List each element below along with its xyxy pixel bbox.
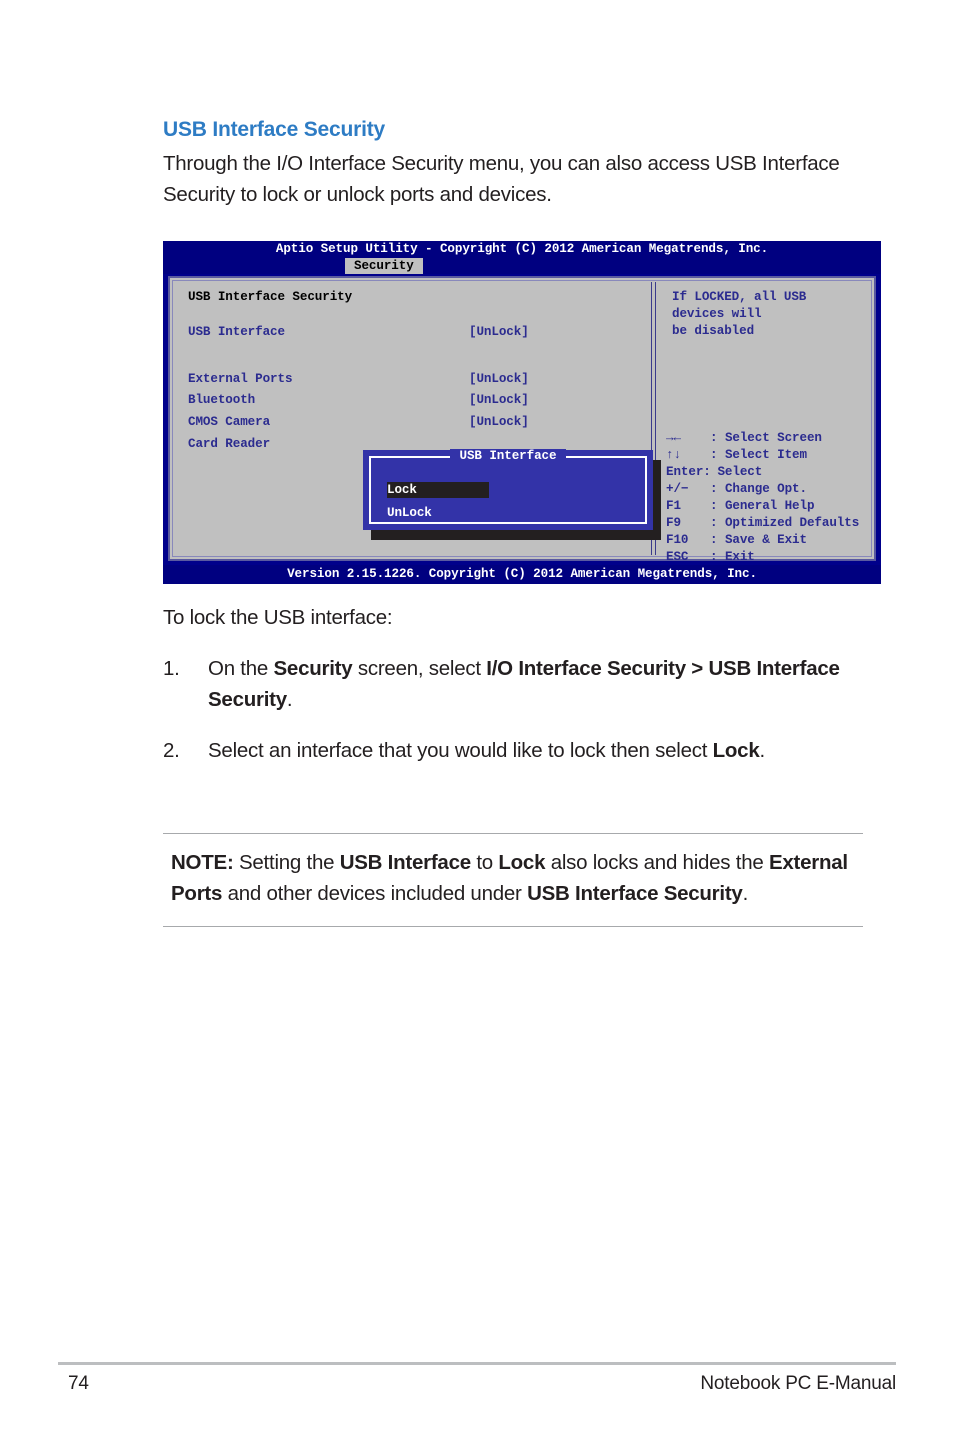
step-item-1: 1. On the Security screen, select I/O In… xyxy=(163,653,863,715)
key-label: ↑↓ xyxy=(666,448,681,462)
help-text-line-1: If LOCKED, all USB xyxy=(672,290,807,304)
key-label: F9 xyxy=(666,516,681,530)
step-number: 2. xyxy=(163,739,180,763)
step-text: On the Security screen, select I/O Inter… xyxy=(208,657,840,712)
key-separator: : xyxy=(710,482,718,496)
step-text: Select an interface that you would like … xyxy=(208,739,765,763)
step-item-2: 2. Select an interface that you would li… xyxy=(163,735,863,766)
help-text-line-3: be disabled xyxy=(672,324,755,338)
key-legend-row: →←: Select Screen xyxy=(666,430,859,447)
key-label: Enter: xyxy=(666,465,711,479)
setting-row-bluetooth[interactable]: Bluetooth [UnLock] xyxy=(188,393,638,410)
procedure-lead: To lock the USB interface: xyxy=(163,606,393,629)
key-legend-row: F10: Save & Exit xyxy=(666,532,859,549)
page-number: 74 xyxy=(68,1373,89,1394)
key-label: ESC xyxy=(666,550,689,564)
key-action: Select xyxy=(717,465,763,479)
bios-main-panel: USB Interface Security USB Interface [Un… xyxy=(168,276,876,564)
bios-screenshot: Aptio Setup Utility - Copyright (C) 2012… xyxy=(163,241,881,584)
bios-titlebar: Aptio Setup Utility - Copyright (C) 2012… xyxy=(163,241,881,258)
key-legend-row: F9: Optimized Defaults xyxy=(666,515,859,532)
bios-tab-row: Security xyxy=(163,258,881,274)
setting-value: [UnLock] xyxy=(469,415,529,429)
key-label: F1 xyxy=(666,499,681,513)
key-label: +/− xyxy=(666,482,689,496)
note-box: NOTE: Setting the USB Interface to Lock … xyxy=(163,833,863,927)
page-title: USB Interface Security xyxy=(163,118,386,141)
note-text: NOTE: Setting the USB Interface to Lock … xyxy=(171,851,848,905)
key-label: →← xyxy=(666,431,681,445)
popup-option-lock[interactable]: Lock xyxy=(387,482,489,498)
popup-title-text: USB Interface xyxy=(449,449,567,463)
setting-label: Card Reader xyxy=(188,437,271,451)
key-separator: : xyxy=(710,431,718,445)
page-footer: 74 Notebook PC E-Manual xyxy=(58,1373,896,1403)
key-label: F10 xyxy=(666,533,689,547)
setting-value: [UnLock] xyxy=(469,372,529,386)
setting-label: USB Interface xyxy=(188,325,285,339)
bios-version-footer: Version 2.15.1226. Copyright (C) 2012 Am… xyxy=(163,565,881,584)
setting-value: [UnLock] xyxy=(469,393,529,407)
setting-row-external-ports[interactable]: External Ports [UnLock] xyxy=(188,372,638,389)
key-separator: : xyxy=(710,448,718,462)
help-text-line-2: devices will xyxy=(672,307,762,321)
key-legend-row: +/−: Change Opt. xyxy=(666,481,859,498)
key-action: Exit xyxy=(724,550,755,564)
manual-title: Notebook PC E-Manual xyxy=(700,1373,896,1394)
section-intro-text: Through the I/O Interface Security menu,… xyxy=(163,152,840,207)
key-action: Change Opt. xyxy=(724,482,807,496)
usb-interface-popup[interactable]: USB Interface Lock UnLock xyxy=(363,449,653,530)
setting-row-usb-interface[interactable]: USB Interface [UnLock] xyxy=(188,325,638,342)
setting-label: Bluetooth xyxy=(188,393,256,407)
popup-option-unlock[interactable]: UnLock xyxy=(387,505,432,521)
key-legend-row: ESC: Exit xyxy=(666,549,859,566)
key-legend-row: F1: General Help xyxy=(666,498,859,515)
key-action: Save & Exit xyxy=(724,533,807,547)
key-separator: : xyxy=(710,516,718,530)
key-action: Select Item xyxy=(724,448,807,462)
key-separator: : xyxy=(710,550,718,564)
manual-page: USB Interface Security Through the I/O I… xyxy=(0,0,954,1438)
tab-security[interactable]: Security xyxy=(345,258,423,274)
key-separator: : xyxy=(710,533,718,547)
key-separator: : xyxy=(710,499,718,513)
popup-title: USB Interface xyxy=(363,449,653,463)
procedure-steps: 1. On the Security screen, select I/O In… xyxy=(163,653,863,786)
key-action: General Help xyxy=(724,499,815,513)
bios-key-legend: →←: Select Screen ↑↓: Select Item Enter:… xyxy=(666,430,859,566)
setting-row-cmos-camera[interactable]: CMOS Camera [UnLock] xyxy=(188,415,638,432)
key-legend-row: ↑↓: Select Item xyxy=(666,447,859,464)
bios-help-panel: If LOCKED, all USB devices will be disab… xyxy=(658,278,874,564)
setting-label: External Ports xyxy=(188,372,293,386)
key-action: Optimized Defaults xyxy=(724,516,860,530)
footer-divider xyxy=(58,1362,896,1365)
step-number: 1. xyxy=(163,657,180,680)
setting-value: [UnLock] xyxy=(469,325,529,339)
setting-label: CMOS Camera xyxy=(188,415,271,429)
bios-screen-heading: USB Interface Security xyxy=(188,290,353,304)
key-legend-row: Enter: Select xyxy=(666,464,859,481)
section-block: USB Interface Security Through the I/O I… xyxy=(163,118,863,210)
key-action: Select Screen xyxy=(724,431,822,445)
